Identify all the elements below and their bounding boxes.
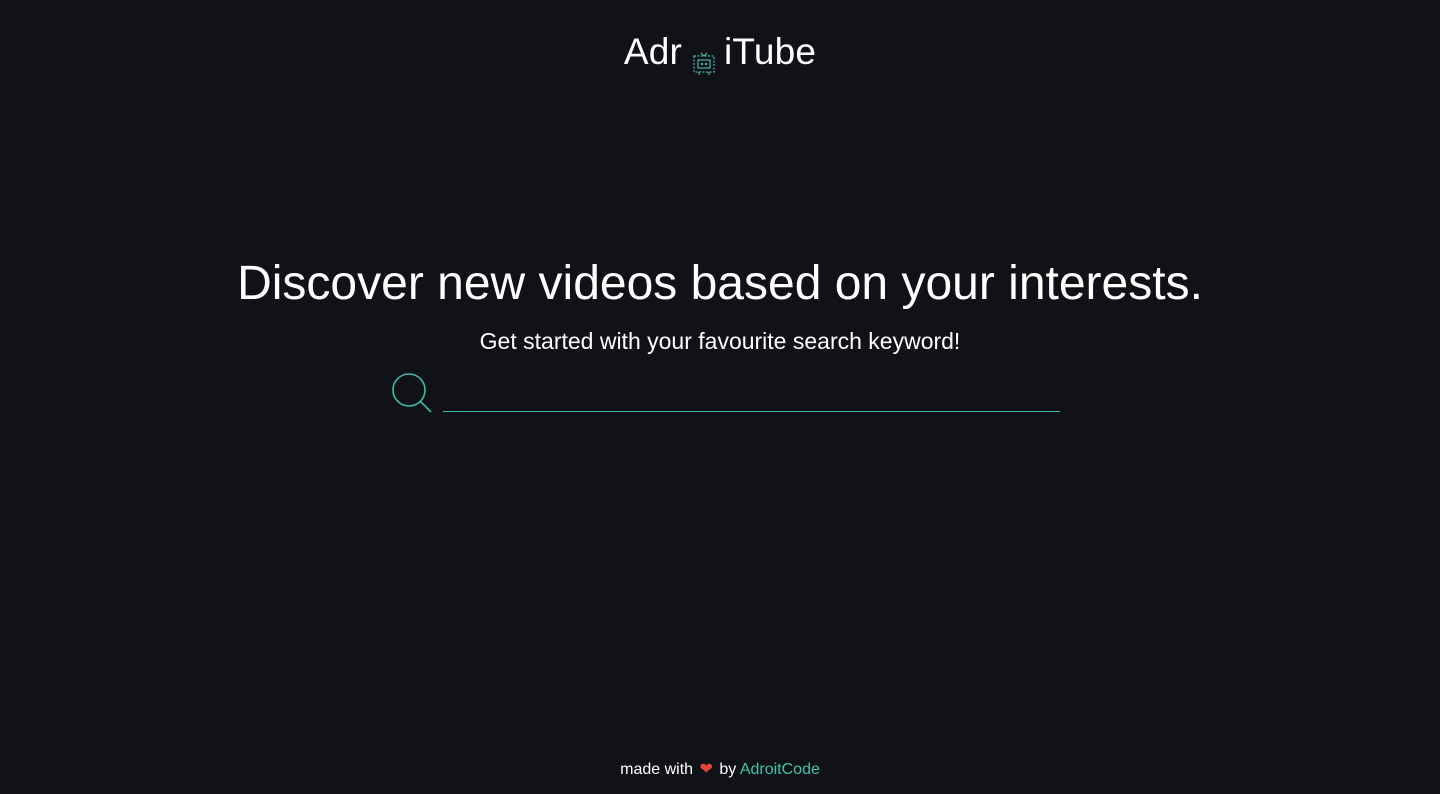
page: Adr iTube Discover new videos based on y… [0,0,1440,794]
page-subtitle: Get started with your favourite search k… [479,328,961,354]
footer-by: by [719,761,737,778]
logo-text-start: Adr [623,31,682,72]
robot-tv-icon [693,42,715,75]
search-input[interactable] [443,374,1060,412]
search-icon[interactable] [391,372,433,414]
author-link[interactable]: AdroitCode [740,761,820,778]
search-bar [391,372,1060,416]
logo-text-end: iTube [724,31,817,72]
logo[interactable]: Adr iTube [0,30,1440,75]
footer: made with ❤ by AdroitCode [0,760,1440,780]
footer-made-with: made with [620,761,694,778]
heart-icon: ❤ [699,761,713,778]
page-title: Discover new videos based on your intere… [237,257,1203,310]
